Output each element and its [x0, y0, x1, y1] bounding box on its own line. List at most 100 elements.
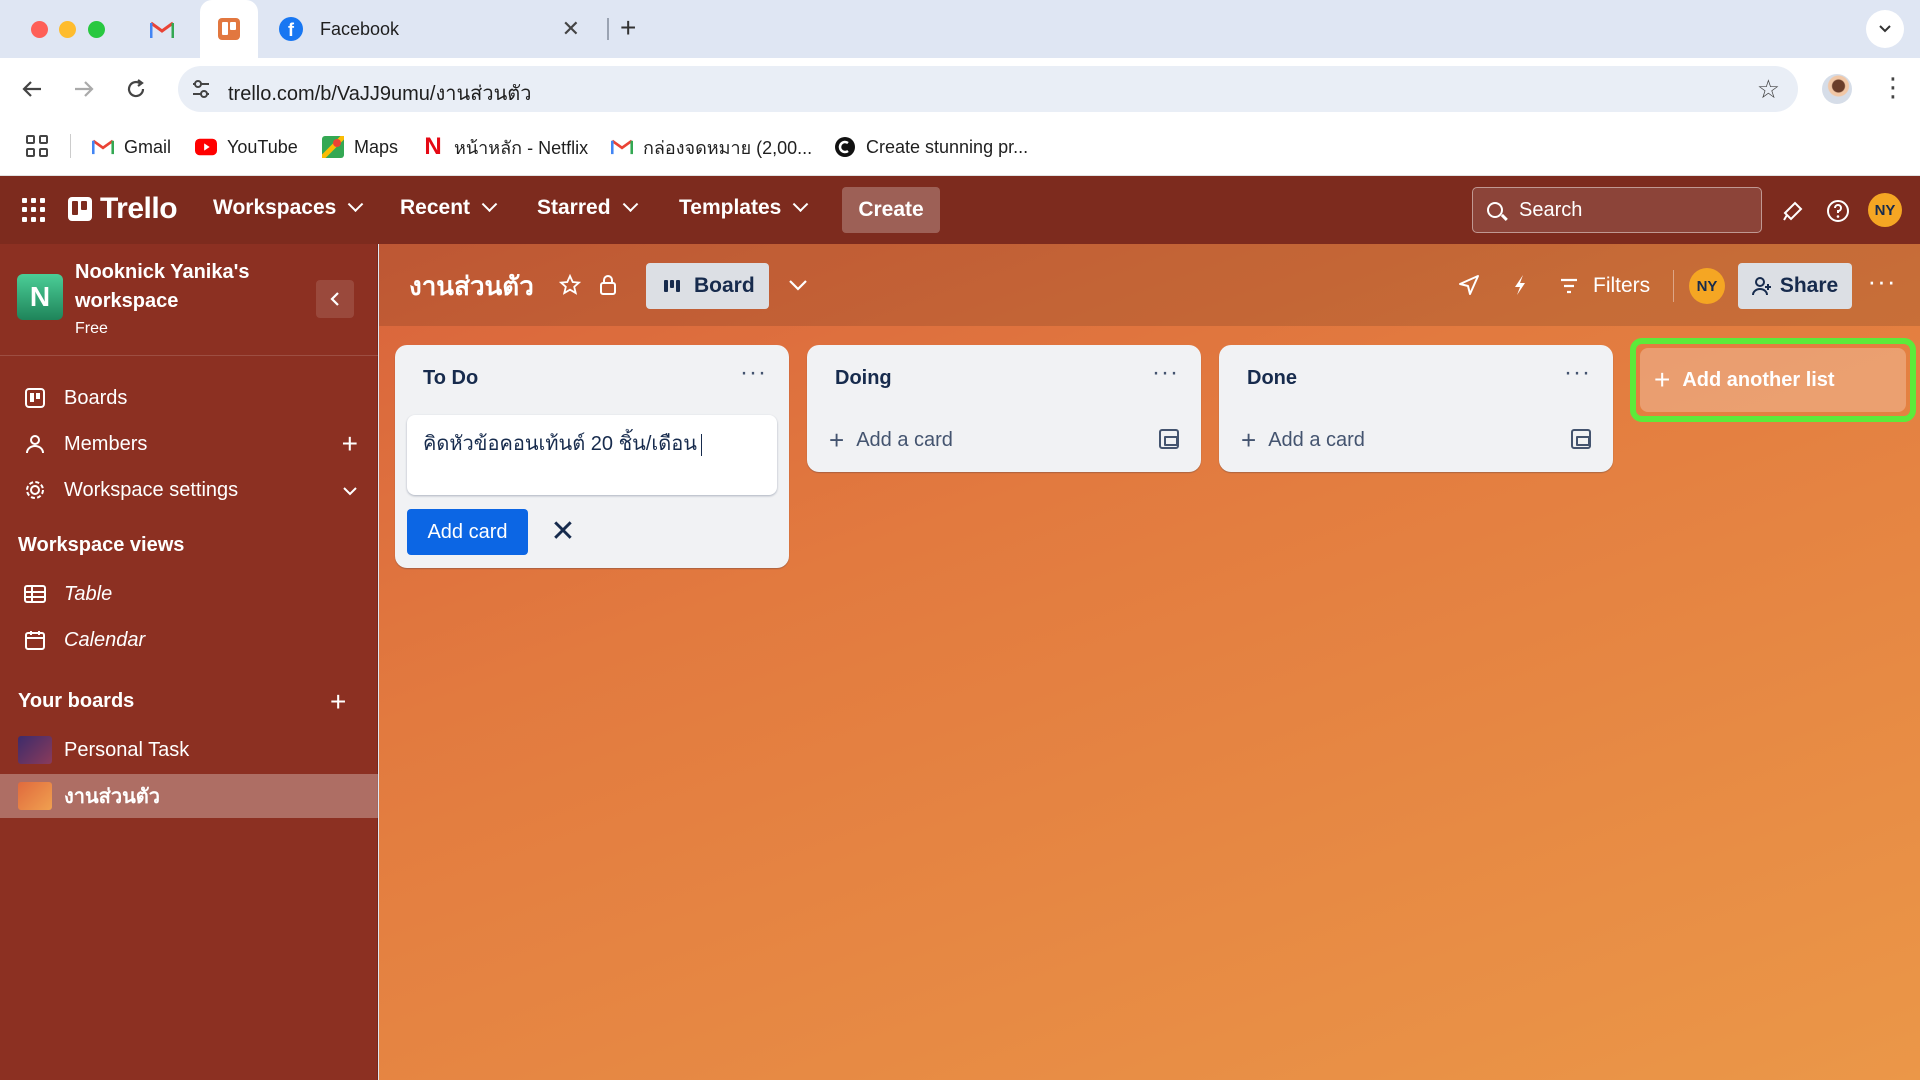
- lightning-icon: [1515, 275, 1525, 295]
- sidebar-view-calendar[interactable]: Calendar: [0, 618, 378, 662]
- reload-button[interactable]: [120, 73, 152, 105]
- menu-label: Starred: [537, 196, 611, 219]
- tab-search-button[interactable]: [1866, 10, 1904, 48]
- megaphone-icon: [1783, 201, 1803, 221]
- back-button[interactable]: [16, 73, 48, 105]
- tab-close-icon[interactable]: ✕: [562, 16, 580, 42]
- plus-icon: +: [1241, 424, 1257, 455]
- forward-button[interactable]: [68, 73, 100, 105]
- search-input[interactable]: Search: [1472, 187, 1762, 233]
- filters-label: Filters: [1593, 274, 1651, 297]
- list-title[interactable]: To Do: [423, 367, 478, 390]
- board-view-icon: [664, 280, 682, 292]
- card-input-text: คิดหัวข้อคอนเท้นต์ 20 ชิ้น/เดือน: [423, 433, 697, 455]
- power-ups-button[interactable]: [1456, 272, 1482, 298]
- chevron-down-icon[interactable]: [342, 480, 358, 501]
- new-tab-button[interactable]: +: [620, 12, 636, 44]
- sidebar-item-label: Table: [64, 582, 113, 605]
- card-title-input[interactable]: คิดหัวข้อคอนเท้นต์ 20 ชิ้น/เดือน: [407, 415, 777, 495]
- share-button[interactable]: Share: [1738, 263, 1852, 309]
- bookmark-label: Gmail: [124, 136, 172, 157]
- add-a-card-button[interactable]: + Add a card: [1241, 419, 1591, 461]
- add-member-icon[interactable]: +: [342, 428, 358, 460]
- list-title[interactable]: Doing: [835, 367, 892, 390]
- apps-grid-icon[interactable]: [26, 135, 48, 157]
- workspace-logo[interactable]: N: [17, 274, 63, 320]
- chevron-down-icon: [348, 195, 364, 212]
- browser-profile-avatar[interactable]: [1822, 74, 1852, 104]
- cancel-add-card-icon[interactable]: ✕: [543, 511, 583, 551]
- bookmark-maps[interactable]: Maps: [322, 132, 398, 162]
- add-a-card-button[interactable]: + Add a card: [829, 419, 1179, 461]
- add-card-button[interactable]: Add card: [407, 509, 528, 555]
- calendar-icon: [24, 629, 46, 651]
- bookmark-gmail[interactable]: Gmail: [92, 132, 171, 162]
- sidebar-item-boards[interactable]: Boards: [0, 376, 378, 420]
- help-button[interactable]: [1825, 198, 1851, 224]
- table-icon: [24, 583, 46, 605]
- sidebar-item-label: Members: [64, 432, 148, 455]
- menu-templates[interactable]: Templates: [679, 195, 809, 220]
- window-maximize-button[interactable]: [88, 21, 105, 38]
- reload-icon: [127, 79, 145, 98]
- bookmark-create[interactable]: Create stunning pr...: [834, 132, 1028, 162]
- app-switcher-icon[interactable]: [22, 198, 46, 222]
- workspace-name[interactable]: Nooknick Yanika's workspace: [75, 258, 315, 316]
- board-member-avatar[interactable]: NY: [1689, 268, 1725, 304]
- tab-facebook[interactable]: f Facebook ✕: [262, 8, 600, 50]
- plus-icon: +: [330, 686, 347, 717]
- notifications-button[interactable]: [1780, 198, 1806, 224]
- create-button[interactable]: Create: [842, 187, 940, 233]
- star-board-button[interactable]: [557, 272, 583, 298]
- browser-tab-bar: f Facebook ✕ +: [0, 0, 1920, 58]
- trello-logo[interactable]: Trello: [68, 192, 178, 226]
- window-minimize-button[interactable]: [59, 21, 76, 38]
- menu-starred[interactable]: Starred: [537, 195, 638, 220]
- add-another-list-button[interactable]: + Add another list: [1640, 348, 1906, 412]
- menu-workspaces[interactable]: Workspaces: [213, 195, 364, 220]
- tab-trello-active[interactable]: [200, 0, 258, 58]
- bookmark-label: กล่องจดหมาย (2,00...: [643, 137, 813, 158]
- board-title[interactable]: งานส่วนตัว: [409, 266, 534, 307]
- collapse-sidebar-button[interactable]: [316, 280, 354, 318]
- gmail-icon: [150, 21, 174, 38]
- browser-menu-icon[interactable]: ⋮: [1880, 72, 1906, 103]
- account-avatar[interactable]: NY: [1868, 193, 1902, 227]
- bookmark-netflix[interactable]: N หน้าหลัก - Netflix: [422, 132, 588, 162]
- arrow-right-icon: [75, 81, 94, 97]
- sidebar-item-workspace-settings[interactable]: Workspace settings: [0, 468, 378, 512]
- menu-recent[interactable]: Recent: [400, 195, 498, 220]
- visibility-button[interactable]: [595, 272, 621, 298]
- help-icon: [1827, 200, 1849, 222]
- add-card-label: Add a card: [856, 428, 953, 451]
- card-template-icon[interactable]: [1159, 429, 1179, 449]
- switch-views-button[interactable]: [785, 272, 811, 298]
- bookmark-label: หน้าหลัก - Netflix: [454, 137, 589, 158]
- sidebar-item-label: Workspace settings: [64, 478, 239, 501]
- tab-gmail[interactable]: [147, 15, 177, 45]
- chevron-down-icon: [789, 280, 807, 291]
- list-menu-icon[interactable]: ···: [740, 359, 767, 387]
- site-settings-icon[interactable]: [188, 76, 214, 102]
- board-menu-button[interactable]: ···: [1868, 266, 1896, 296]
- board-view-button[interactable]: Board: [646, 263, 769, 309]
- bookmark-star-icon[interactable]: ☆: [1757, 74, 1780, 105]
- url-text: trello.com/b/VaJJ9umu/งานส่วนตัว: [228, 83, 532, 105]
- list-menu-icon[interactable]: ···: [1564, 359, 1591, 387]
- list-menu-icon[interactable]: ···: [1152, 359, 1179, 387]
- bookmark-gmail-inbox[interactable]: กล่องจดหมาย (2,00...: [611, 132, 812, 162]
- filters-button[interactable]: Filters: [1559, 274, 1650, 298]
- window-close-button[interactable]: [31, 21, 48, 38]
- add-board-button[interactable]: +: [330, 680, 346, 724]
- sidebar-item-members[interactable]: Members +: [0, 422, 378, 466]
- bookmark-youtube[interactable]: YouTube: [195, 132, 298, 162]
- sidebar-board-personal-task[interactable]: Personal Task: [0, 728, 378, 772]
- sidebar-board-current[interactable]: งานส่วนตัว: [0, 774, 378, 818]
- list-title[interactable]: Done: [1247, 367, 1297, 390]
- gear-icon: [24, 479, 46, 501]
- sidebar-view-table[interactable]: Table: [0, 572, 378, 616]
- address-bar[interactable]: trello.com/b/VaJJ9umu/งานส่วนตัว ☆: [178, 66, 1798, 112]
- brand-name: Trello: [100, 192, 178, 225]
- card-template-icon[interactable]: [1571, 429, 1591, 449]
- automation-button[interactable]: [1507, 272, 1533, 298]
